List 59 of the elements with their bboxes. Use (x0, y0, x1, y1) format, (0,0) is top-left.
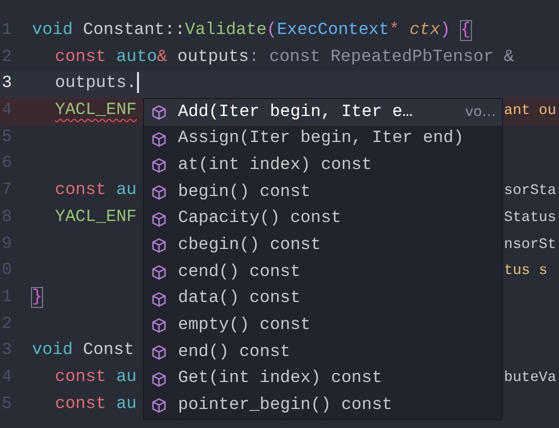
suggestion-item[interactable]: empty() const (144, 312, 502, 340)
macro-name: YACL_ENF (55, 208, 137, 227)
parameter-name: ctx (408, 21, 440, 40)
keyword: auto (115, 48, 158, 67)
suggestion-item[interactable]: Capacity() const (144, 206, 502, 232)
suggestion-item[interactable]: data() const (144, 286, 502, 312)
keyword: au (115, 181, 137, 200)
cube-icon (152, 345, 166, 360)
keyword: au (115, 368, 137, 387)
cube-icon (152, 264, 166, 280)
code-text: ant ou (504, 102, 556, 122)
detail-text: vo… (465, 102, 496, 122)
keyword: const (55, 181, 106, 200)
cube-icon (152, 212, 166, 227)
line-number: 3 (0, 73, 12, 96)
cube-icon (152, 398, 166, 414)
suggestion-item[interactable]: at(int index) const (144, 152, 502, 180)
cube-icon (152, 132, 166, 147)
suggestion-item[interactable]: begin() const (144, 179, 502, 206)
code-text: Status (504, 208, 556, 228)
inlay-hint: : const RepeatedPbTensor & (248, 48, 514, 67)
text-cursor (136, 72, 139, 94)
cube-icon (152, 292, 166, 307)
keyword: const (55, 368, 106, 387)
function-name: Validate (185, 21, 267, 40)
brace: { (460, 21, 471, 40)
code-text: outputs. (55, 74, 137, 94)
code-text: nsorSt (504, 236, 556, 254)
suggestion-item[interactable]: end() const (144, 339, 502, 366)
parenthesis: ) (440, 21, 452, 40)
keyword: void (32, 21, 73, 40)
macro-name: YACL_ENF (55, 101, 137, 120)
suggestion-item[interactable]: cbegin() const (144, 232, 502, 260)
cube-icon (152, 238, 166, 254)
keyword: const (55, 48, 106, 67)
keyword: au (115, 394, 137, 414)
operator: & (157, 48, 168, 67)
keyword: const (55, 394, 106, 414)
suggestion-item[interactable]: cend() const (144, 259, 502, 286)
brace: } (32, 288, 42, 307)
cube-icon (152, 158, 166, 174)
parenthesis: ( (266, 21, 277, 40)
cube-icon (152, 184, 166, 200)
suggestion-item[interactable]: pointer_begin() const (144, 392, 502, 420)
suggestion-item[interactable]: Assign(Iter begin, Iter end) (144, 126, 502, 152)
keyword: void (32, 341, 73, 360)
code-text: tus s (504, 262, 548, 282)
code-text: Constant:: (82, 21, 186, 40)
suggestion-item[interactable]: Get(int index) const (144, 366, 502, 393)
operator: * (389, 21, 400, 40)
suggestion-item[interactable]: Add(Iter begin, Iter e… vo… (144, 99, 502, 126)
code-text: sorSta (504, 182, 556, 202)
cube-icon (152, 318, 166, 334)
type-name: ExecContext (276, 21, 390, 40)
code-text: buteVa (504, 368, 556, 388)
cube-icon (152, 104, 166, 120)
code-text: Const (82, 341, 134, 360)
code-text: outputs (176, 48, 249, 67)
cube-icon (152, 372, 166, 387)
